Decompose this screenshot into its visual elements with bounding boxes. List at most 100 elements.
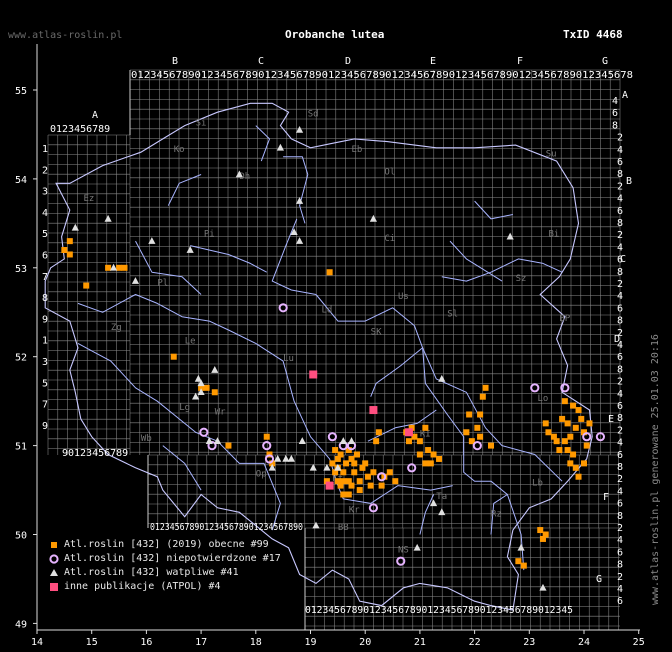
atpol-letter: G xyxy=(596,574,602,585)
x-tick-label: 14 xyxy=(31,637,43,648)
atpol-letter: D xyxy=(345,56,351,67)
present-square xyxy=(364,473,371,480)
legend-present: Atl.roslin [432] (2019) obecne #99 xyxy=(48,538,281,552)
present-square xyxy=(570,402,577,409)
atpol-digits: 0123456789012345678901234567890123456789… xyxy=(305,605,573,616)
present-square xyxy=(370,469,377,476)
present-square xyxy=(340,491,347,498)
zone-label: Ci xyxy=(384,234,395,244)
atpol-digit: 2 xyxy=(617,523,623,534)
present-square xyxy=(553,438,560,445)
present-square xyxy=(479,393,486,400)
atpol-digit: 8 xyxy=(617,560,623,571)
atpol-digit: 3 xyxy=(42,357,48,368)
atpol-digit: 5 xyxy=(42,378,48,389)
atpol-digit: 2 xyxy=(617,474,623,485)
legend-unconfirmed: Atl.roslin [432] niepotwierdzone #17 xyxy=(48,552,281,566)
doubtful-triangle xyxy=(211,366,219,373)
atpol-digit: 2 xyxy=(42,165,48,176)
zone-label: Rz xyxy=(491,510,502,520)
present-square xyxy=(567,433,574,440)
atpol-letter: B xyxy=(626,176,632,187)
present-square xyxy=(474,424,481,431)
atpol-digit: 8 xyxy=(617,413,623,424)
doubtful-triangle xyxy=(192,392,200,400)
atpol-digit: 8 xyxy=(617,316,623,327)
publication-square xyxy=(369,406,378,415)
atpol-letter: C xyxy=(620,254,626,265)
present-square xyxy=(488,442,495,449)
present-square xyxy=(561,398,568,405)
zone-label: Zg xyxy=(111,323,122,333)
present-square xyxy=(334,478,341,485)
present-square xyxy=(340,469,347,476)
doubtful-triangle xyxy=(276,143,285,151)
present-square xyxy=(482,384,489,391)
present-square xyxy=(332,447,339,454)
present-square xyxy=(575,407,582,414)
present-square xyxy=(345,491,352,498)
present-square xyxy=(337,451,344,458)
legend-label: Atl.roslin [432] (2019) obecne #99 xyxy=(64,539,269,550)
zone-label: Lo xyxy=(538,394,549,404)
y-tick-label: 49 xyxy=(15,619,27,630)
doubtful-triangle xyxy=(295,126,304,133)
present-square xyxy=(564,420,571,427)
y-tick-label: 51 xyxy=(15,442,27,453)
zone-label: Wr xyxy=(215,407,226,417)
y-tick-label: 54 xyxy=(15,175,27,186)
pink-square-icon xyxy=(50,583,58,591)
x-tick-label: 23 xyxy=(523,637,535,648)
zone-label: Si xyxy=(196,119,207,129)
river xyxy=(441,258,563,282)
atpol-digit: 2 xyxy=(617,572,623,583)
country-outline xyxy=(44,102,593,611)
zone-label: Bi xyxy=(548,230,559,240)
present-square xyxy=(351,469,358,476)
atpol-digit: 6 xyxy=(617,401,623,412)
present-square xyxy=(515,558,522,565)
present-square xyxy=(170,353,177,360)
site-watermark[interactable]: www.atlas-roslin.pl xyxy=(8,30,122,41)
atpol-digits: 0123456789012345678901234567890123456789… xyxy=(131,70,633,81)
doubtful-triangle xyxy=(71,223,79,231)
atpol-digit: 9 xyxy=(42,314,48,325)
zone-label: Ez xyxy=(83,194,94,204)
present-square xyxy=(392,478,399,485)
present-square xyxy=(367,482,374,489)
publication-square xyxy=(309,370,318,379)
taxon-id: TxID 4468 xyxy=(563,28,623,41)
present-square xyxy=(263,433,270,440)
atpol-digit: 2 xyxy=(617,133,623,144)
present-square xyxy=(362,460,369,467)
atpol-digit: 1 xyxy=(42,336,48,347)
zone-label: BB xyxy=(338,523,349,533)
present-square xyxy=(61,247,68,254)
present-square xyxy=(583,442,590,449)
doubtful-triangle xyxy=(104,214,112,222)
present-square xyxy=(373,438,380,445)
atpol-digit: 1 xyxy=(42,144,48,155)
present-square xyxy=(66,251,73,258)
doubtful-triangle xyxy=(438,374,446,382)
river xyxy=(474,200,513,220)
present-square xyxy=(405,438,412,445)
present-square xyxy=(343,460,350,467)
atpol-digit: 4 xyxy=(617,242,623,253)
orange-square-icon xyxy=(51,542,57,548)
present-square xyxy=(567,460,574,467)
atpol-letter: G xyxy=(602,56,608,67)
present-square xyxy=(477,411,484,418)
atpol-digit: 8 xyxy=(617,511,623,522)
present-square xyxy=(556,447,563,454)
unconfirmed-circle xyxy=(407,463,417,473)
atpol-digit: 6 xyxy=(617,157,623,168)
legend-label: Atl.roslin [432] niepotwierdzone #17 xyxy=(64,553,281,564)
present-square xyxy=(578,415,585,422)
zone-label: Pi xyxy=(204,230,215,240)
zone-label: Us xyxy=(398,292,409,302)
doubtful-triangle xyxy=(312,521,320,529)
generated-credit: www.atlas-roslin.pl generowane 25.01.03 … xyxy=(650,334,661,605)
doubtful-triangle xyxy=(186,246,194,253)
poland-border xyxy=(44,102,593,611)
